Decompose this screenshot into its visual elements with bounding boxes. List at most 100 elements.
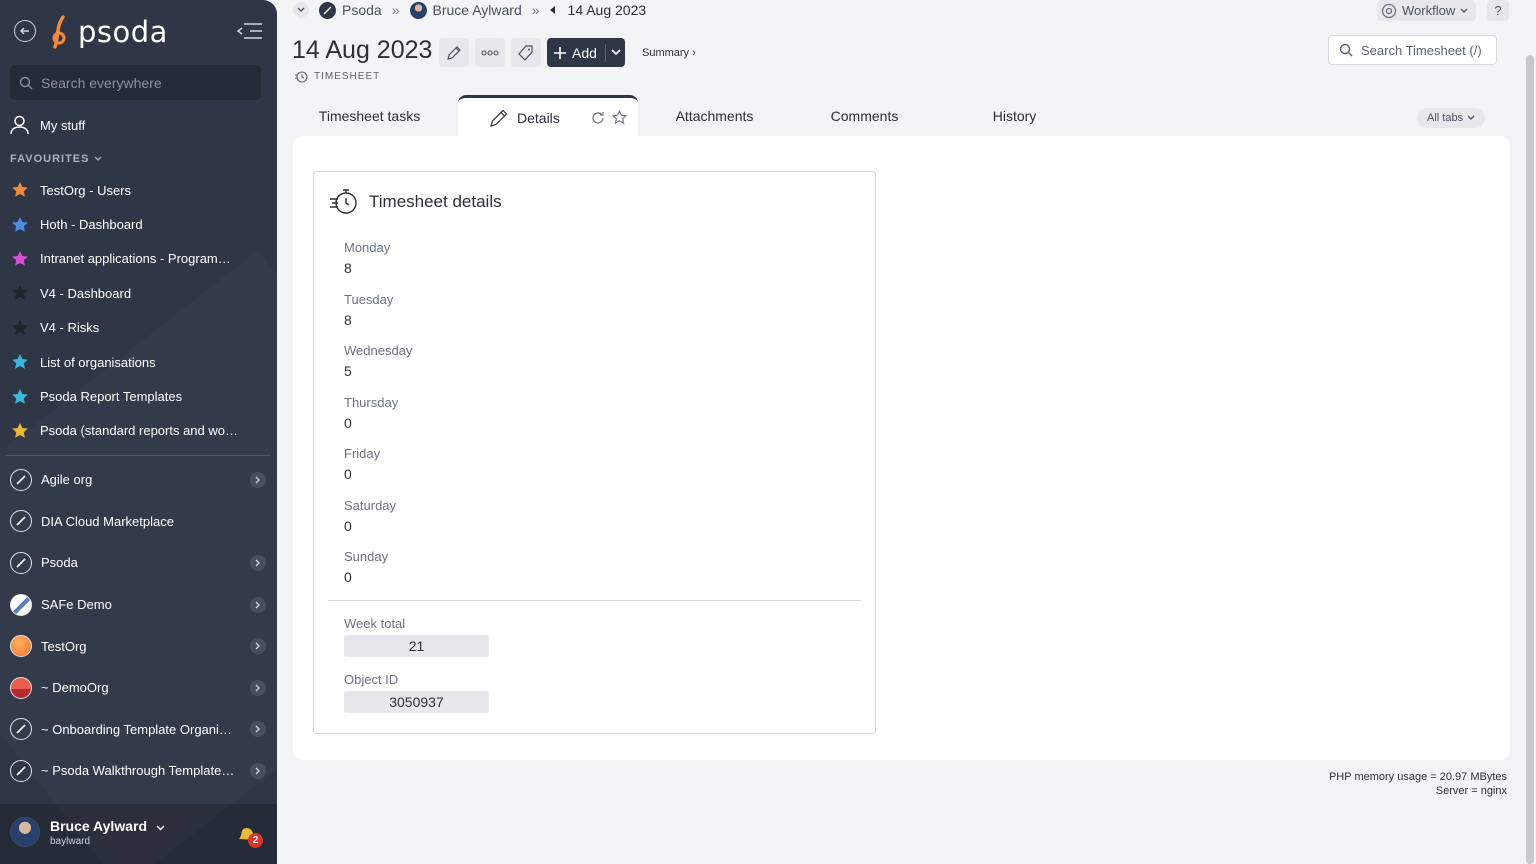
workflow-label: Workflow: [1402, 3, 1456, 18]
psoda-org-icon: [10, 510, 32, 533]
user-name[interactable]: Bruce Aylward: [50, 818, 165, 834]
day-label: Saturday: [344, 497, 397, 513]
timesheet-details-card: Timesheet details Monday 8 Tuesday 8 Wednesd…: [313, 171, 876, 734]
scrollbar[interactable]: [1526, 55, 1534, 864]
workflow-icon: [1381, 3, 1397, 18]
breadcrumb-org[interactable]: Psoda: [342, 2, 382, 18]
organisation-item[interactable]: Agile org: [0, 459, 277, 501]
favourite-item[interactable]: V4 - Dashboard: [0, 276, 277, 310]
organisation-item[interactable]: ~ Onboarding Template Organisa...: [0, 709, 277, 751]
favourite-item[interactable]: Psoda Report Templates: [0, 379, 277, 413]
memory-usage: PHP memory usage = 20.97 MBytes: [1328, 771, 1507, 783]
more-icon: [481, 49, 499, 56]
chevron-right-icon[interactable]: [250, 596, 266, 613]
favourite-label: V4 - Dashboard: [40, 285, 132, 301]
add-button[interactable]: Add: [547, 38, 625, 67]
collapse-sidebar-icon[interactable]: [236, 20, 264, 42]
sidebar: psoda My stuff FAVOURITES TestOrg - User…: [0, 0, 277, 864]
organisation-item[interactable]: ~ DemoOrg: [0, 667, 277, 709]
star-icon: [12, 319, 28, 335]
plus-icon: [554, 46, 566, 59]
tag-button[interactable]: [511, 38, 541, 67]
timesheet-icon: [330, 189, 357, 214]
favourites-header-label: FAVOURITES: [10, 153, 90, 165]
organisation-label: ~ Psoda Walkthrough Template P...: [41, 763, 236, 779]
breadcrumb-user[interactable]: Bruce Aylward: [433, 2, 522, 18]
star-icon: [12, 182, 28, 197]
psoda-org-icon: [10, 468, 32, 491]
back-icon[interactable]: [14, 20, 36, 42]
all-tabs-label: All tabs: [1427, 112, 1464, 124]
organisation-label: Psoda: [41, 555, 78, 571]
favourite-item[interactable]: List of organisations: [0, 345, 277, 379]
favourite-item[interactable]: Psoda (standard reports and work...: [0, 414, 277, 448]
my-stuff-link[interactable]: My stuff: [10, 113, 85, 137]
refresh-icon[interactable]: [591, 111, 605, 125]
organisation-item[interactable]: SAFe Demo: [0, 584, 277, 626]
tab-comments[interactable]: Comments: [792, 96, 937, 136]
tab-label: Details: [517, 109, 560, 126]
breadcrumb-dropdown[interactable]: [293, 2, 309, 18]
chevron-right-icon[interactable]: [250, 638, 266, 655]
day-hours: 0: [344, 569, 352, 585]
day-field: Wednesday 5: [344, 343, 412, 395]
add-label: Add: [572, 44, 597, 61]
favourite-label: Intranet applications - Programme...: [40, 251, 240, 267]
object-id-value: 3050937: [344, 691, 489, 713]
search-icon: [1339, 43, 1353, 57]
chevron-right-icon[interactable]: [250, 554, 266, 571]
orange-org-icon: [10, 635, 32, 658]
more-options-button[interactable]: [475, 38, 505, 67]
edit-button[interactable]: [439, 38, 469, 67]
organisation-item[interactable]: ~ Psoda Walkthrough Template P...: [0, 750, 277, 792]
day-field: Sunday 0: [344, 549, 412, 601]
global-search-input[interactable]: [41, 74, 241, 91]
day-hours: 5: [344, 363, 352, 379]
favourite-label: Hoth - Dashboard: [40, 217, 143, 233]
all-tabs-button[interactable]: All tabs: [1417, 108, 1486, 128]
timesheet-icon: [295, 71, 308, 83]
card-title-label: Timesheet details: [369, 192, 502, 211]
pencil-icon: [490, 109, 508, 127]
page-title: 14 Aug 2023: [292, 36, 433, 64]
breadcrumb-separator: »: [531, 2, 540, 18]
workflow-button[interactable]: Workflow: [1377, 0, 1477, 21]
chevron-right-icon[interactable]: [250, 679, 266, 696]
sunset-org-icon: [10, 676, 32, 699]
notifications-bell[interactable]: 2: [236, 824, 263, 850]
favourite-label: Psoda (standard reports and work...: [40, 423, 240, 439]
help-button[interactable]: ?: [1487, 0, 1509, 21]
server-name: Server = nginx: [1435, 785, 1507, 797]
timesheet-search[interactable]: [1328, 35, 1497, 65]
chevron-down-icon: [297, 7, 305, 12]
favourite-item[interactable]: V4 - Risks: [0, 311, 277, 345]
favourite-item[interactable]: TestOrg - Users: [0, 173, 277, 207]
favourite-item[interactable]: Intranet applications - Programme...: [0, 242, 277, 276]
psoda-logo[interactable]: psoda: [50, 12, 168, 52]
tab-history[interactable]: History: [942, 96, 1087, 136]
timesheet-search-input[interactable]: [1361, 42, 1489, 58]
chevron-right-icon[interactable]: [250, 721, 266, 738]
organisation-item[interactable]: TestOrg: [0, 625, 277, 667]
summary-link[interactable]: Summary ›: [642, 47, 696, 59]
day-label: Sunday: [344, 549, 389, 564]
user-panel[interactable]: Bruce Aylward baylward 2: [0, 804, 277, 864]
day-field: Saturday 0: [344, 498, 412, 550]
organisation-item[interactable]: DIA Cloud Marketplace: [0, 501, 277, 543]
avatar[interactable]: [10, 817, 40, 847]
organisation-label: TestOrg: [41, 638, 87, 654]
day-label: Thursday: [344, 394, 399, 410]
tab-attachments[interactable]: Attachments: [642, 96, 787, 136]
caret-left-icon[interactable]: [549, 6, 556, 14]
sidebar-header: psoda: [0, 0, 277, 64]
tab-details[interactable]: Details: [458, 95, 638, 137]
global-search[interactable]: [10, 65, 261, 100]
chevron-right-icon[interactable]: [250, 471, 266, 488]
chevron-right-icon[interactable]: [250, 762, 266, 779]
notification-count: 2: [248, 833, 263, 848]
star-icon[interactable]: [611, 110, 627, 125]
organisation-item[interactable]: Psoda: [0, 542, 277, 584]
favourites-header[interactable]: FAVOURITES: [10, 153, 102, 165]
tab-timesheet-tasks[interactable]: Timesheet tasks: [292, 96, 447, 136]
favourite-item[interactable]: Hoth - Dashboard: [0, 207, 277, 241]
